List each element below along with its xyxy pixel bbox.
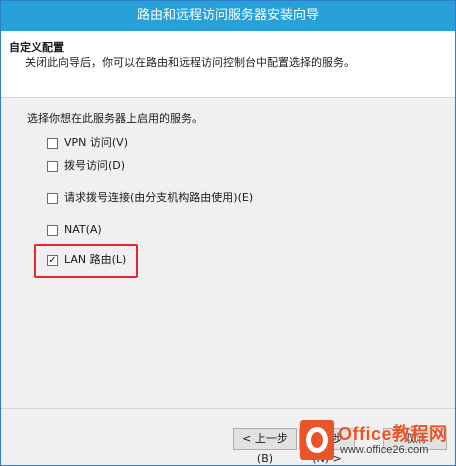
back-button[interactable]: < 上一步(B) [233,428,297,465]
dialup-access-label: 拨号访问(D) [64,159,126,172]
vpn-access-checkbox[interactable] [47,137,58,149]
option-demand-dial[interactable]: 请求拨号连接(由分支机构路由使用)(E) [47,190,253,206]
nat-checkbox[interactable] [47,224,58,236]
lan-routing-label: LAN 路由(L) [64,253,127,266]
demand-dial-label: 请求拨号连接(由分支机构路由使用)(E) [64,191,254,204]
wizard-content: 选择你想在此服务器上启用的服务。 VPN 访问(V) 拨号访问(D) 请求拨号连… [1,98,455,408]
option-nat[interactable]: NAT(A) [47,222,102,238]
option-dialup-access[interactable]: 拨号访问(D) [47,158,125,174]
wizard-window: 路由和远程访问服务器安装向导 自定义配置 关闭此向导后，你可以在路由和远程访问控… [0,0,456,466]
dialup-access-checkbox[interactable] [47,160,58,172]
lan-routing-checkbox[interactable]: ✓ [47,254,58,266]
window-title: 路由和远程访问服务器安装向导 [136,8,319,23]
vpn-access-label: VPN 访问(V) [64,136,128,149]
cancel-button[interactable]: 取消 [383,428,447,450]
nat-label: NAT(A) [64,223,102,236]
services-prompt: 选择你想在此服务器上启用的服务。 [27,112,203,125]
option-vpn-access[interactable]: VPN 访问(V) [47,135,128,151]
wizard-footer: < 上一步(B) 下一步(N) > 取消 [1,408,455,465]
page-title: 自定义配置 [9,41,64,54]
wizard-header: 自定义配置 关闭此向导后，你可以在路由和远程访问控制台中配置选择的服务。 [1,31,455,98]
title-bar[interactable]: 路由和远程访问服务器安装向导 [1,1,455,31]
option-lan-routing[interactable]: ✓ LAN 路由(L) [47,252,126,268]
page-description: 关闭此向导后，你可以在路由和远程访问控制台中配置选择的服务。 [25,56,355,69]
next-button[interactable]: 下一步(N) > [299,428,355,465]
demand-dial-checkbox[interactable] [47,192,58,204]
